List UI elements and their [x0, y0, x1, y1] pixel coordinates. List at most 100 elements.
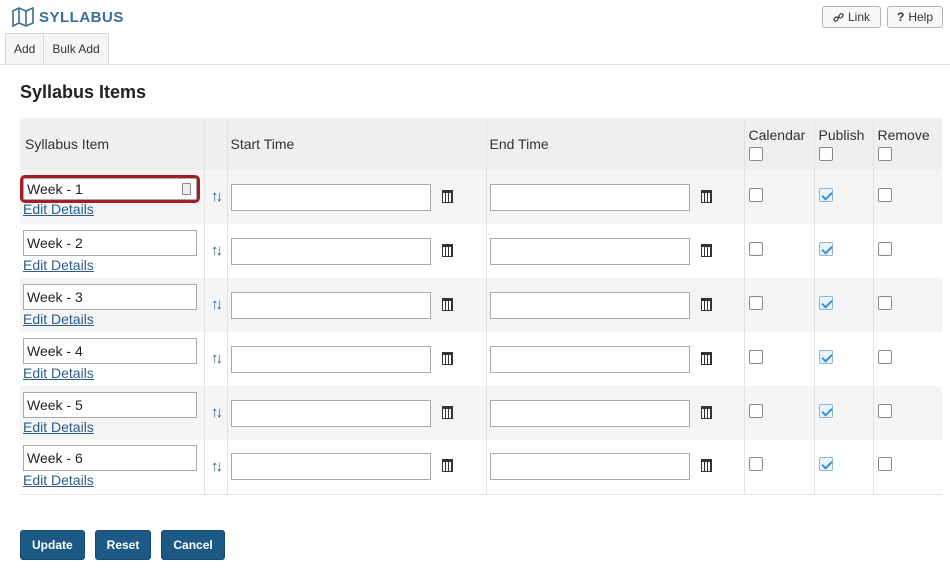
item-title-value: Week - 2	[27, 234, 83, 251]
calendar-icon[interactable]	[441, 243, 453, 257]
table-header-row: Syllabus Item Start Time End Time Calend…	[20, 118, 942, 170]
publish-checkbox[interactable]	[818, 241, 833, 256]
publish-checkbox[interactable]	[818, 187, 833, 202]
col-header-item: Syllabus Item	[25, 136, 110, 152]
calendar-icon[interactable]	[441, 351, 453, 365]
calendar-icon[interactable]	[441, 459, 453, 473]
calendar-icon[interactable]	[441, 297, 453, 311]
start-time-input[interactable]	[230, 453, 431, 481]
syllabus-table: Syllabus Item Start Time End Time Calend…	[20, 118, 942, 495]
reset-button[interactable]: Reset	[94, 530, 152, 560]
remove-checkbox[interactable]	[877, 241, 892, 256]
edit-details-link[interactable]: Edit Details	[23, 311, 204, 327]
calendar-checkbox[interactable]	[748, 403, 763, 418]
reorder-arrows-icon[interactable]: ↑↓	[211, 242, 223, 259]
calendar-icon[interactable]	[700, 351, 712, 365]
calendar-icon[interactable]	[700, 459, 712, 473]
item-cell: Week - 6 Edit Details	[20, 440, 204, 494]
edit-details-link[interactable]: Edit Details	[23, 472, 204, 488]
publish-checkbox[interactable]	[818, 403, 833, 418]
item-title-value: Week - 6	[27, 450, 83, 467]
table-row: Week - 1 Edit Details ↑↓	[20, 170, 942, 224]
table-row: Week - 6 Edit Details ↑↓	[20, 440, 942, 494]
calendar-select-all-checkbox[interactable]	[748, 147, 763, 161]
calendar-icon[interactable]	[700, 243, 712, 257]
sort-cell: ↑↓	[203, 278, 227, 332]
page-title: Syllabus Items	[20, 82, 147, 102]
edit-details-link[interactable]: Edit Details	[23, 419, 204, 435]
end-time-input[interactable]	[489, 399, 690, 427]
item-title-value: Week - 3	[27, 288, 83, 305]
cancel-button[interactable]: Cancel	[161, 530, 225, 560]
table-row: Week - 4 Edit Details ↑↓	[20, 332, 942, 386]
calendar-icon[interactable]	[700, 189, 712, 203]
reorder-arrows-icon[interactable]: ↑↓	[211, 296, 223, 313]
remove-checkbox[interactable]	[877, 403, 892, 418]
end-time-input[interactable]	[489, 183, 690, 211]
remove-checkbox[interactable]	[877, 457, 892, 472]
remove-checkbox[interactable]	[877, 295, 892, 310]
start-time-input[interactable]	[230, 345, 431, 373]
end-time-input[interactable]	[489, 345, 690, 373]
edit-details-link[interactable]: Edit Details	[23, 257, 204, 273]
calendar-icon[interactable]	[700, 297, 712, 311]
end-time-input[interactable]	[489, 453, 690, 481]
item-cell: Week - 3 Edit Details	[20, 278, 204, 332]
calendar-cell	[743, 386, 814, 440]
start-time-input[interactable]	[230, 183, 431, 211]
calendar-cell	[743, 224, 814, 278]
item-title-input[interactable]: Week - 2	[23, 229, 197, 256]
publish-checkbox[interactable]	[818, 457, 833, 472]
edit-details-link[interactable]: Edit Details	[23, 201, 204, 217]
item-cell: Week - 5 Edit Details	[20, 386, 204, 440]
calendar-checkbox[interactable]	[748, 295, 763, 310]
item-title-input[interactable]: Week - 4	[23, 337, 197, 364]
publish-cell	[813, 332, 873, 386]
reorder-arrows-icon[interactable]: ↑↓	[211, 404, 223, 421]
tab-bulk-add[interactable]: Bulk Add	[44, 33, 109, 64]
remove-checkbox[interactable]	[877, 349, 892, 364]
tool-title: SYLLABUS	[12, 6, 124, 28]
start-time-input[interactable]	[230, 237, 431, 265]
table-row: Week - 3 Edit Details ↑↓	[20, 278, 942, 332]
calendar-icon[interactable]	[700, 405, 712, 419]
start-time-cell	[226, 278, 486, 332]
remove-select-all-checkbox[interactable]	[877, 147, 892, 161]
reorder-arrows-icon[interactable]: ↑↓	[211, 458, 223, 475]
edit-details-link[interactable]: Edit Details	[23, 365, 204, 381]
end-time-input[interactable]	[489, 237, 690, 265]
calendar-checkbox[interactable]	[748, 241, 763, 256]
calendar-icon[interactable]	[441, 405, 453, 419]
item-cell: Week - 2 Edit Details	[20, 224, 204, 278]
help-button[interactable]: ? Help	[887, 6, 943, 28]
start-time-cell	[226, 440, 486, 494]
item-title-input[interactable]: Week - 5	[23, 391, 197, 418]
help-label: Help	[908, 10, 934, 24]
publish-select-all-checkbox[interactable]	[818, 147, 833, 161]
calendar-cell	[743, 278, 814, 332]
start-time-input[interactable]	[230, 399, 431, 427]
reorder-arrows-icon[interactable]: ↑↓	[211, 188, 223, 205]
item-title-input[interactable]: Week - 3	[23, 283, 197, 310]
start-time-input[interactable]	[230, 291, 431, 319]
end-time-input[interactable]	[489, 291, 690, 319]
calendar-checkbox[interactable]	[748, 457, 763, 472]
publish-checkbox[interactable]	[818, 295, 833, 310]
remove-cell	[872, 224, 942, 278]
calendar-checkbox[interactable]	[748, 187, 763, 202]
calendar-checkbox[interactable]	[748, 349, 763, 364]
remove-cell	[872, 332, 942, 386]
start-time-cell	[226, 170, 486, 224]
link-button[interactable]: Link	[822, 6, 881, 28]
item-title-value: Week - 1	[27, 180, 83, 197]
tab-add[interactable]: Add	[5, 33, 45, 64]
calendar-icon[interactable]	[441, 189, 453, 203]
sort-cell: ↑↓	[203, 170, 227, 224]
col-header-sort	[203, 118, 227, 170]
remove-checkbox[interactable]	[877, 187, 892, 202]
item-title-input[interactable]: Week - 1	[20, 174, 200, 203]
update-button[interactable]: Update	[20, 530, 85, 560]
item-title-input[interactable]: Week - 6	[23, 445, 197, 472]
reorder-arrows-icon[interactable]: ↑↓	[211, 350, 223, 367]
publish-checkbox[interactable]	[818, 349, 833, 364]
